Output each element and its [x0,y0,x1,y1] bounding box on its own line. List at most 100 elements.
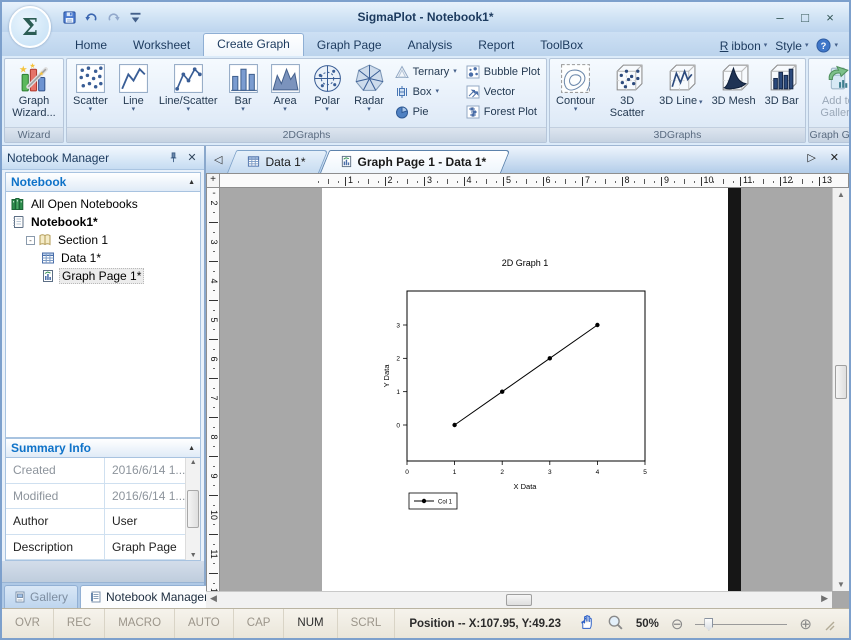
zoom-slider[interactable] [695,617,787,631]
undo-button[interactable] [82,8,100,26]
scroll-up-icon[interactable]: ▲ [190,459,197,466]
ribbon-button-radar[interactable]: Radar▾ [349,60,390,126]
ribbon-button-line-scatter[interactable]: Line/Scatter▾ [155,60,222,126]
ribbon-button-forest-plot[interactable]: Forest Plot [464,103,542,120]
save-button[interactable] [60,8,78,26]
document-tab-graph-page-1-data-1[interactable]: Graph Page 1 - Data 1* [320,150,501,173]
ribbon-tab-create-graph[interactable]: Create Graph [203,33,304,56]
ribbon-button-3d-mesh[interactable]: 3D Mesh [708,60,760,126]
chevron-down-icon: ▾ [241,107,245,113]
tab-scroll-right-icon[interactable]: ▷ [807,151,815,164]
minimize-button[interactable]: – [769,8,791,26]
chevron-down-icon: ▾ [764,43,768,49]
pan-hand-icon[interactable] [578,614,595,634]
ribbon-tab-graph-page[interactable]: Graph Page [304,34,395,56]
wizard-icon: ★★★ [18,62,51,95]
app-menu-button[interactable]: Σ [9,6,51,48]
scroll-left-icon[interactable]: ◀ [210,593,217,604]
ribbon-button-scatter[interactable]: Scatter▾ [69,60,112,126]
horizontal-scrollbar[interactable]: ◀ ▶ [206,591,832,608]
ribbon-button-3d-line[interactable]: 3D Line ▾ [655,60,706,126]
ribbon-button-3d-scatter[interactable]: 3D Scatter [600,60,654,126]
summary-value[interactable]: Graph Page [104,535,185,560]
cube-line-icon [664,62,697,95]
qat-more-button[interactable] [126,8,144,26]
scroll-thumb[interactable] [506,594,532,606]
ribbon-button-contour[interactable]: Contour▾ [552,60,599,126]
zoom-slider-thumb[interactable] [704,618,713,631]
graph-page[interactable]: 2D Graph 10123450123X DataY DataCol 1 [322,188,728,591]
resize-grip[interactable] [824,620,835,634]
scroll-up-icon[interactable]: ▲ [833,190,849,199]
panel-close-icon[interactable]: ✕ [185,151,199,165]
svg-text:Y Data: Y Data [382,364,391,388]
scroll-down-icon[interactable]: ▼ [190,552,197,559]
pin-icon [168,152,179,163]
ribbon-button-bar[interactable]: Bar▾ [223,60,264,126]
status-toggle-scrl[interactable]: SCRL [338,609,396,638]
tree-item-graph-page-1[interactable]: Graph Page 1* [6,267,200,285]
help-menu[interactable]: ?▾ [813,38,841,53]
maximize-button[interactable]: □ [794,8,816,26]
status-toggle-ovr[interactable]: OVR [2,609,54,638]
chevron-down-icon: ▾ [574,107,578,113]
redo-button[interactable] [104,8,122,26]
summary-value[interactable]: User [104,509,185,534]
zoom-out-icon[interactable]: ⊖ [671,615,684,633]
notebook-icon [11,215,25,229]
ribbon-button-polar[interactable]: Polar▾ [307,60,348,126]
section-icon [38,233,52,247]
ruler-origin-button[interactable]: + [206,173,220,188]
vertical-scrollbar[interactable]: ▲ ▼ [832,188,849,591]
panel-tab-gallery[interactable]: Gallery [4,585,78,608]
ribbon-button-vector[interactable]: Vector [464,83,542,100]
summary-info-table: Created2016/6/14 1...Modified2016/6/14 1… [5,458,201,561]
ribbon-button-pie[interactable]: Pie [393,103,459,120]
status-toggle-cap[interactable]: CAP [234,609,285,638]
panel-tab-notebook-manager[interactable]: Notebook Manager [80,585,218,608]
summary-value[interactable]: 2016/6/14 1... [104,484,185,509]
ribbon-tab-analysis[interactable]: Analysis [395,34,466,56]
cube-bar-icon [765,62,798,95]
scroll-right-icon[interactable]: ▶ [821,593,828,604]
tree-expander-icon[interactable]: - [26,236,35,245]
style-menu[interactable]: Style▾ [772,39,811,53]
document-tab-data-1[interactable]: Data 1* [227,150,319,173]
ribbon-button-line[interactable]: Line▾ [113,60,154,126]
ribbon-tab-report[interactable]: Report [465,34,527,56]
ribbon-button-bubble-plot[interactable]: Bubble Plot [464,63,542,80]
ribbon-menu[interactable]: Ribbon▾ [717,39,771,53]
ribbon-button-3d-bar[interactable]: 3D Bar [761,60,803,126]
tab-scroll-left-icon[interactable]: ◁ [209,153,227,166]
ribbon-button-graph-wizard[interactable]: ★★★Graph Wizard... [7,60,61,126]
collapse-up-icon[interactable]: ▲ [188,445,195,452]
summary-value[interactable]: 2016/6/14 1... [104,458,185,483]
scroll-down-icon[interactable]: ▼ [833,580,849,589]
zoom-in-icon[interactable]: ⊕ [799,615,812,633]
tree-item-notebook1[interactable]: Notebook1* [6,213,200,231]
chevron-down-icon: ▾ [283,107,287,113]
ribbon-button-area[interactable]: Area▾ [265,60,306,126]
status-toggle-macro[interactable]: MACRO [105,609,175,638]
scroll-thumb[interactable] [187,490,199,528]
ribbon-tab-toolbox[interactable]: ToolBox [527,34,596,56]
ribbon-button-ternary[interactable]: Ternary▾ [393,63,459,80]
graph-canvas[interactable]: 2D Graph 10123450123X DataY DataCol 1 [322,188,728,591]
status-toggle-rec[interactable]: REC [54,609,105,638]
tree-item-section-1[interactable]: -Section 1 [6,231,200,249]
status-toggle-auto[interactable]: AUTO [175,609,234,638]
tree-item-data-1[interactable]: Data 1* [6,249,200,267]
zoom-magnifier-icon[interactable] [607,614,624,634]
pin-icon[interactable] [166,151,180,165]
status-toggle-num[interactable]: NUM [284,609,337,638]
collapse-up-icon[interactable]: ▲ [188,179,195,186]
ribbon-tab-home[interactable]: Home [62,34,120,56]
ribbon-button-box[interactable]: Box▾ [393,83,459,100]
summary-scrollbar[interactable]: ▲ ▼ [185,458,200,560]
scroll-thumb[interactable] [835,365,847,399]
tree-item-all-open-notebooks[interactable]: All Open Notebooks [6,195,200,213]
close-button[interactable]: × [819,8,841,26]
document-close-icon[interactable]: ✕ [830,151,839,164]
ribbon-tab-worksheet[interactable]: Worksheet [120,34,203,56]
summary-row-modified: Modified2016/6/14 1... [6,484,185,510]
